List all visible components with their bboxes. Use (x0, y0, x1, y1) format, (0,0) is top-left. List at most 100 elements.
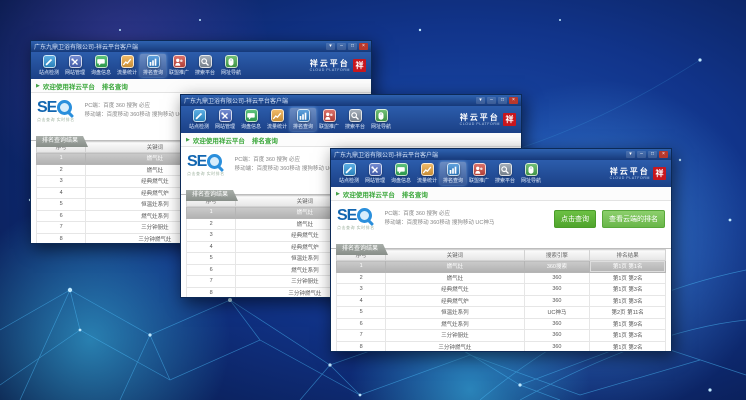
header-keyword: 关键词 (386, 250, 524, 261)
table-row[interactable]: 7三分钟厨灶360第1页 第3名 (337, 330, 666, 342)
cell-engine: 360 (524, 284, 590, 296)
toolbar-item-label: 搜索平台 (195, 69, 215, 76)
toolbar-item-3[interactable]: 询盘信息 (388, 162, 414, 185)
cell-rank: 第1页 第3名 (590, 284, 666, 296)
cell-index: 8 (187, 287, 236, 297)
cell-engine: 360 (524, 341, 590, 351)
breadcrumb-page: 排名查询 (402, 189, 428, 199)
toolbar-item-3[interactable]: 询盘信息 (238, 108, 264, 131)
line-chart-icon (121, 55, 134, 68)
view-cloud-ranking-button[interactable]: 查看云端的排名 (602, 210, 665, 228)
skin-button[interactable]: ▾ (326, 43, 335, 50)
toolbar-item-label: 搜索平台 (495, 177, 515, 184)
chat-icon (395, 163, 408, 176)
toolbar-item-4[interactable]: 流量统计 (114, 54, 140, 77)
close-button[interactable]: × (659, 151, 668, 158)
toolbar-item-5[interactable]: 排名查询 (440, 162, 466, 185)
maximize-button[interactable]: □ (348, 43, 357, 50)
cell-index: 2 (37, 164, 86, 176)
cell-index: 5 (187, 253, 236, 265)
breadcrumb-page: 排名查询 (252, 135, 278, 145)
toolbar-item-8[interactable]: 网址导航 (218, 54, 244, 77)
toolbar-item-label: 流量统计 (417, 177, 437, 184)
minimize-button[interactable]: – (337, 43, 346, 50)
window-titlebar[interactable]: 广东九鼎卫浴有限公司-祥云平台客户端 ▾–□× (181, 95, 521, 106)
results-tab[interactable]: 排名查询结果 (336, 244, 388, 255)
users-icon (473, 163, 486, 176)
brand-text: 祥云平台 CLOUD PLATFORM (460, 114, 500, 126)
cell-keyword: 恒温灶系列 (386, 307, 524, 319)
engine-info: PC端：百度 360 搜狗 必应 移动端：百度移动 360移动 搜狗移动 UC神… (85, 102, 195, 120)
toolbar-item-4[interactable]: 流量统计 (414, 162, 440, 185)
toolbar-item-label: 网址导航 (371, 123, 391, 130)
cell-rank: 第1页 第2名 (590, 272, 666, 284)
magnifier-icon (207, 154, 222, 169)
table-row[interactable]: 4经典燃气炉360第1页 第3名 (337, 295, 666, 307)
cell-index: 6 (187, 264, 236, 276)
toolbar-item-6[interactable]: 联盟推广 (466, 162, 492, 185)
skin-button[interactable]: ▾ (476, 97, 485, 104)
seo-logo: SE 点击查询 实时排名 (37, 100, 75, 123)
window-titlebar[interactable]: 广东九鼎卫浴有限公司-祥云平台客户端 ▾–□× (331, 149, 671, 160)
magnifier-icon (57, 100, 72, 115)
toolbar-item-5[interactable]: 排名查询 (290, 108, 316, 131)
close-button[interactable]: × (509, 97, 518, 104)
cell-index: 1 (187, 207, 236, 219)
window-controls: ▾–□× (626, 151, 668, 158)
table-row[interactable]: 3经典燃气灶360第1页 第3名 (337, 284, 666, 296)
cell-keyword: 燃气灶系列 (386, 318, 524, 330)
toolbar-item-2[interactable]: 网站管理 (62, 54, 88, 77)
toolbar-item-5[interactable]: 排名查询 (140, 54, 166, 77)
minimize-button[interactable]: – (487, 97, 496, 104)
table-row[interactable]: 2燃气灶360第1页 第2名 (337, 272, 666, 284)
toolbar-item-7[interactable]: 搜索平台 (492, 162, 518, 185)
cell-rank: 第1页 第9名 (590, 318, 666, 330)
table-row[interactable]: 1燃气灶360搜索第1页 第1名 (337, 261, 666, 273)
table-row[interactable]: 8三分钟燃气灶360第1页 第2名 (337, 341, 666, 351)
seo-logo-text: SE (187, 154, 206, 169)
toolbar-item-1[interactable]: 站点检测 (186, 108, 212, 131)
cell-index: 6 (337, 318, 386, 330)
results-tab[interactable]: 排名查询结果 (36, 136, 88, 147)
maximize-button[interactable]: □ (648, 151, 657, 158)
cell-index: 5 (337, 307, 386, 319)
brand-subtitle: CLOUD PLATFORM (310, 68, 350, 72)
toolbar-item-4[interactable]: 流量统计 (264, 108, 290, 131)
toolbar-item-8[interactable]: 网址导航 (518, 162, 544, 185)
toolbar-item-label: 网站管理 (365, 177, 385, 184)
toolbar-item-3[interactable]: 询盘信息 (88, 54, 114, 77)
query-button[interactable]: 点击查询 (554, 210, 596, 228)
cell-index: 4 (337, 295, 386, 307)
cell-engine: 360 (524, 295, 590, 307)
toolbar-item-6[interactable]: 联盟推广 (316, 108, 342, 131)
window-titlebar[interactable]: 广东九鼎卫浴有限公司-祥云平台客户端 ▾–□× (31, 41, 371, 52)
cell-index: 7 (337, 330, 386, 342)
toolbar-item-label: 询盘信息 (241, 123, 261, 130)
toolbar-item-label: 搜索平台 (345, 123, 365, 130)
table-row[interactable]: 6燃气灶系列360第1页 第9名 (337, 318, 666, 330)
maximize-button[interactable]: □ (498, 97, 507, 104)
window-controls: ▾–□× (476, 97, 518, 104)
toolbar-item-1[interactable]: 站点检测 (336, 162, 362, 185)
line-chart-icon (421, 163, 434, 176)
tab-row: 排名查询结果 (331, 237, 671, 249)
minimize-button[interactable]: – (637, 151, 646, 158)
toolbar-item-label: 网站管理 (65, 69, 85, 76)
cell-rank: 第1页 第2名 (590, 341, 666, 351)
toolbar-item-2[interactable]: 网站管理 (362, 162, 388, 185)
brand-name: 祥云平台 (610, 168, 650, 176)
toolbar-item-2[interactable]: 网站管理 (212, 108, 238, 131)
toolbar-item-7[interactable]: 搜索平台 (192, 54, 218, 77)
toolbar-item-label: 网址导航 (521, 177, 541, 184)
toolbar-item-7[interactable]: 搜索平台 (342, 108, 368, 131)
app-window-3[interactable]: 广东九鼎卫浴有限公司-祥云平台客户端 ▾–□× 站点检测网站管理询盘信息流量统计… (330, 148, 672, 352)
cell-index: 3 (37, 176, 86, 188)
breadcrumb-welcome: 欢迎使用祥云平台 (193, 135, 245, 145)
toolbar-item-1[interactable]: 站点检测 (36, 54, 62, 77)
toolbar-item-6[interactable]: 联盟推广 (166, 54, 192, 77)
toolbar-item-8[interactable]: 网址导航 (368, 108, 394, 131)
results-tab[interactable]: 排名查询结果 (186, 190, 238, 201)
skin-button[interactable]: ▾ (626, 151, 635, 158)
table-row[interactable]: 5恒温灶系列UC神马第2页 第11名 (337, 307, 666, 319)
close-button[interactable]: × (359, 43, 368, 50)
